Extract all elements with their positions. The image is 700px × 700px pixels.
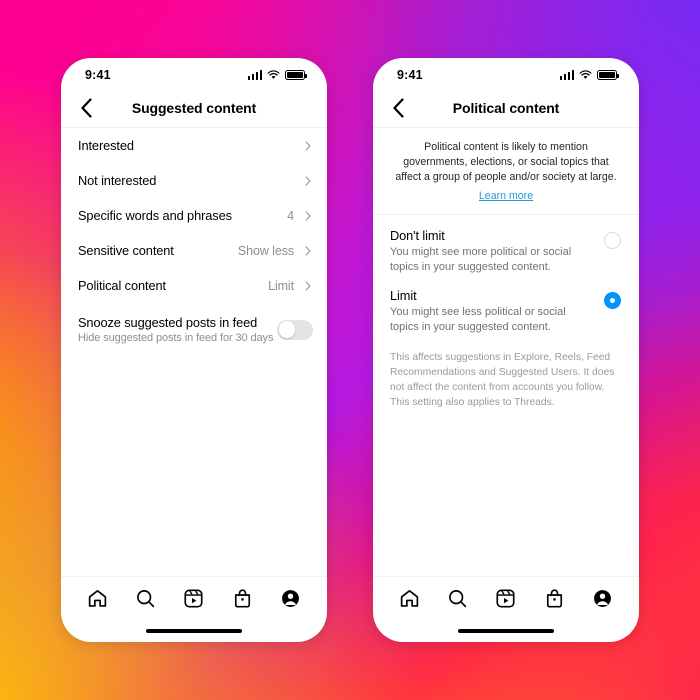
footnote-text: This affects suggestions in Explore, Ree… (390, 351, 615, 408)
signal-icon (559, 70, 574, 80)
radio-limit[interactable] (604, 292, 621, 309)
wifi-icon (267, 70, 280, 79)
tab-bar (373, 576, 639, 620)
list-item-specific-words-and-phrases[interactable]: Specific words and phrases 4 (61, 198, 327, 233)
battery-icon (285, 70, 307, 80)
profile-icon (594, 590, 612, 607)
nav-header: Political content (373, 88, 639, 128)
learn-more-link[interactable]: Learn more (479, 190, 533, 202)
status-icons (559, 70, 619, 80)
option-subtitle: You might see less political or social t… (390, 306, 566, 333)
snooze-text: Snooze suggested posts in feed Hide sugg… (78, 315, 277, 344)
option-limit[interactable]: Limit You might see less political or so… (373, 275, 639, 335)
nav-header: Suggested content (61, 88, 327, 128)
description-block: Political content is likely to mention g… (373, 128, 639, 216)
option-text: Limit You might see less political or so… (390, 288, 604, 335)
chevron-left-icon (392, 97, 404, 118)
page-title: Political content (452, 99, 560, 116)
option-text: Don't limit You might see more political… (390, 228, 604, 275)
chevron-right-icon (305, 210, 311, 221)
page-title: Suggested content (131, 99, 257, 116)
wifi-icon (579, 70, 592, 79)
reels-icon (184, 589, 204, 608)
status-time: 9:41 (85, 68, 111, 82)
description-text: Political content is likely to mention g… (395, 141, 617, 184)
phone-political-content: 9:41 Political content Political content… (373, 58, 639, 642)
list-item-snooze-suggested-posts[interactable]: Snooze suggested posts in feed Hide sugg… (61, 309, 327, 344)
tab-reels[interactable] (493, 586, 519, 612)
tab-search[interactable] (133, 586, 159, 612)
back-button[interactable] (387, 97, 409, 119)
row-label: Interested (78, 138, 134, 153)
snooze-subtitle: Hide suggested posts in feed for 30 days (78, 332, 274, 344)
tab-home[interactable] (396, 586, 422, 612)
option-dont-limit[interactable]: Don't limit You might see more political… (373, 215, 639, 275)
tab-profile[interactable] (278, 586, 304, 612)
chevron-left-icon (80, 97, 92, 118)
tab-profile[interactable] (590, 586, 616, 612)
option-title: Limit (390, 288, 417, 303)
row-value: Show less (237, 243, 294, 258)
search-icon (449, 590, 467, 608)
row-label: Specific words and phrases (78, 208, 232, 223)
shop-icon (234, 589, 250, 608)
status-bar: 9:41 (373, 58, 639, 88)
home-indicator (373, 620, 639, 642)
profile-icon (282, 590, 300, 607)
home-icon (88, 589, 106, 607)
option-subtitle: You might see more political or social t… (390, 246, 572, 274)
signal-icon (247, 70, 262, 80)
chevron-right-icon (305, 280, 311, 291)
tab-home[interactable] (84, 586, 110, 612)
row-label: Political content (78, 278, 166, 293)
search-icon (137, 590, 155, 608)
snooze-title: Snooze suggested posts in feed (78, 315, 258, 330)
status-icons (247, 70, 307, 80)
chevron-right-icon (305, 175, 311, 186)
home-icon (400, 589, 418, 607)
political-content-body: Political content is likely to mention g… (373, 128, 639, 576)
snooze-toggle[interactable] (277, 319, 313, 340)
chevron-right-icon (305, 245, 311, 256)
list-item-sensitive-content[interactable]: Sensitive content Show less (61, 233, 327, 268)
shop-icon (546, 589, 562, 608)
tab-shop[interactable] (229, 586, 255, 612)
row-value: 4 (287, 208, 294, 223)
list-item-interested[interactable]: Interested (61, 128, 327, 163)
battery-icon (597, 70, 619, 80)
phone-suggested-content: 9:41 Suggested content Interested Not in… (61, 58, 327, 642)
tab-bar (61, 576, 327, 620)
reels-icon (496, 589, 516, 608)
toggle-knob (278, 321, 296, 338)
status-time: 9:41 (397, 68, 423, 82)
back-button[interactable] (75, 97, 97, 119)
row-value: Limit (268, 278, 294, 293)
tab-search[interactable] (445, 586, 471, 612)
status-bar: 9:41 (61, 58, 327, 88)
list-item-not-interested[interactable]: Not interested (61, 163, 327, 198)
tab-reels[interactable] (181, 586, 207, 612)
chevron-right-icon (305, 140, 311, 151)
list-item-political-content[interactable]: Political content Limit (61, 268, 327, 303)
radio-dont-limit[interactable] (604, 232, 621, 250)
option-title: Don't limit (390, 228, 445, 244)
tab-shop[interactable] (541, 586, 567, 612)
home-indicator (61, 620, 327, 642)
row-label: Sensitive content (78, 243, 174, 258)
row-label: Not interested (78, 173, 157, 188)
settings-list: Interested Not interested Specific words… (61, 128, 327, 576)
